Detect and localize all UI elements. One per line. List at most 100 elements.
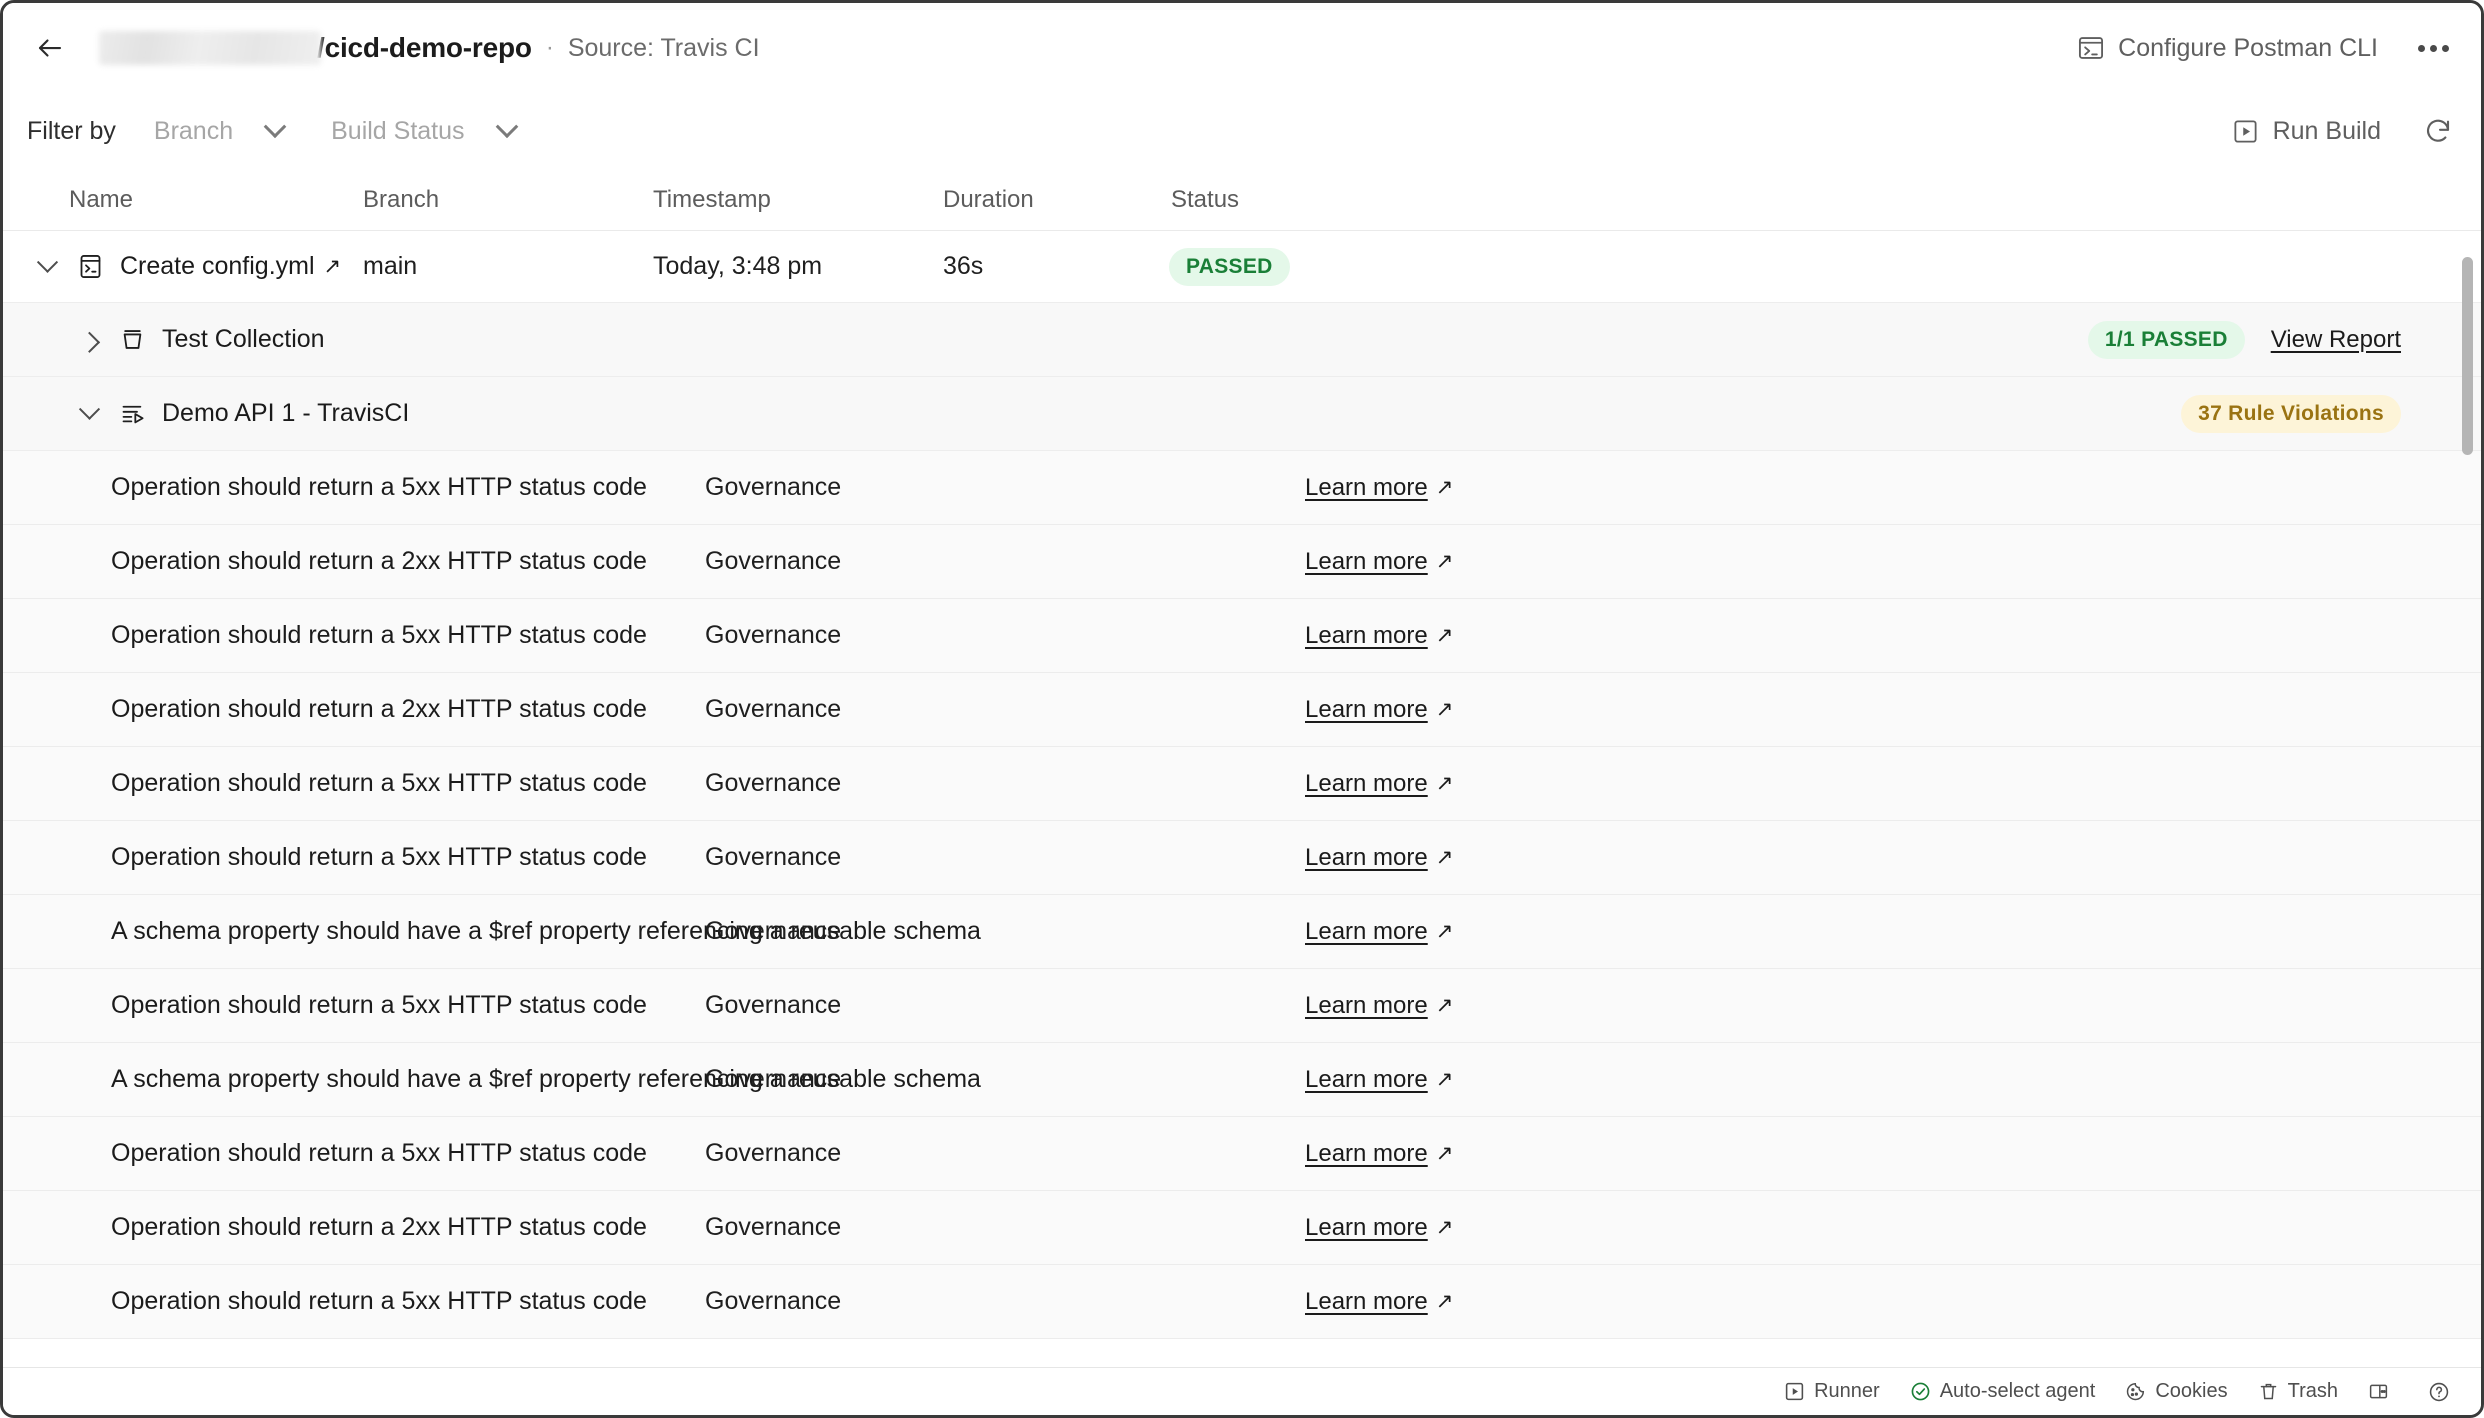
violation-row[interactable]: Operation should return a 5xx HTTP statu… xyxy=(3,747,2481,821)
violation-row[interactable]: Operation should return a 5xx HTTP statu… xyxy=(3,821,2481,895)
branch-filter-value: Branch xyxy=(153,116,234,145)
ellipsis-dot xyxy=(2430,44,2437,52)
external-link-icon: ↗ xyxy=(1435,1216,1454,1239)
external-link-icon: ↗ xyxy=(1435,994,1454,1017)
chevron-down-icon xyxy=(36,251,58,273)
violation-row[interactable]: Operation should return a 5xx HTTP statu… xyxy=(3,1117,2481,1191)
bottom-help-button[interactable] xyxy=(2428,1381,2459,1403)
ellipsis-dot xyxy=(2442,44,2449,52)
column-header-status: Status xyxy=(1171,185,1240,213)
page-header: /cicd-demo-repo · Source: Travis CI Conf… xyxy=(3,3,2481,93)
table-scrollbar[interactable] xyxy=(2459,169,2475,1379)
violation-row[interactable]: Operation should return a 5xx HTTP statu… xyxy=(3,599,2481,673)
violation-category: Governance xyxy=(705,621,842,649)
violation-learn-more-group: Learn more ↗ xyxy=(1305,770,1453,798)
violation-row[interactable]: A schema property should have a $ref pro… xyxy=(3,895,2481,969)
violation-row[interactable]: Operation should return a 5xx HTTP statu… xyxy=(3,1265,2481,1339)
violation-category: Governance xyxy=(705,769,842,797)
learn-more-link[interactable]: Learn more xyxy=(1305,622,1428,650)
more-options-button[interactable] xyxy=(2414,39,2453,58)
learn-more-link[interactable]: Learn more xyxy=(1305,1066,1428,1094)
chevron-right-icon xyxy=(78,331,100,353)
view-report-link[interactable]: View Report xyxy=(2271,326,2401,354)
violation-category: Governance xyxy=(705,1065,842,1093)
bottom-layout-toggle-button[interactable] xyxy=(2368,1381,2398,1402)
build-row[interactable]: Create config.yml ↗ main Today, 3:48 pm … xyxy=(3,231,2481,303)
violation-row[interactable]: Operation should return a 2xx HTTP statu… xyxy=(3,673,2481,747)
branch-filter-dropdown[interactable]: Branch xyxy=(153,115,287,146)
child-row-test-collection[interactable]: Test Collection 1/1 PASSED View Report xyxy=(3,303,2481,377)
learn-more-link[interactable]: Learn more xyxy=(1305,992,1428,1020)
violation-name: Operation should return a 2xx HTTP statu… xyxy=(111,547,647,575)
build-name-link[interactable]: Create config.yml ↗ xyxy=(120,252,341,281)
build-timestamp: Today, 3:48 pm xyxy=(653,252,823,280)
column-header-duration: Duration xyxy=(943,185,1034,213)
learn-more-link[interactable]: Learn more xyxy=(1305,844,1428,872)
repo-name: /cicd-demo-repo xyxy=(317,32,532,63)
build-duration: 36s xyxy=(943,252,984,280)
violation-row[interactable]: A schema property should have a $ref pro… xyxy=(3,1043,2481,1117)
violation-row[interactable]: Operation should return a 5xx HTTP statu… xyxy=(3,451,2481,525)
run-build-button[interactable]: Run Build xyxy=(2232,117,2381,146)
bottom-runner-label: Runner xyxy=(1814,1380,1880,1402)
play-square-icon xyxy=(1785,1382,1804,1401)
external-link-icon: ↗ xyxy=(1435,920,1454,943)
learn-more-link[interactable]: Learn more xyxy=(1305,474,1428,502)
test-collection-expand-toggle[interactable] xyxy=(69,320,109,360)
violation-name: A schema property should have a $ref pro… xyxy=(111,1065,981,1093)
violation-category: Governance xyxy=(705,1287,842,1315)
learn-more-link[interactable]: Learn more xyxy=(1305,1140,1428,1168)
learn-more-link[interactable]: Learn more xyxy=(1305,1288,1428,1316)
build-source-label: Source: Travis CI xyxy=(567,33,760,62)
check-circle-icon xyxy=(1911,1382,1930,1401)
play-square-icon xyxy=(2234,119,2257,143)
violation-row[interactable]: Operation should return a 2xx HTTP statu… xyxy=(3,525,2481,599)
refresh-icon xyxy=(2427,119,2450,142)
learn-more-link[interactable]: Learn more xyxy=(1305,918,1428,946)
bottom-runner-button[interactable]: Runner xyxy=(1784,1380,1880,1403)
external-link-icon: ↗ xyxy=(1435,1068,1454,1091)
build-branch: main xyxy=(363,252,418,280)
test-collection-name: Test Collection xyxy=(162,325,325,353)
bottom-auto-select-agent-button[interactable]: Auto-select agent xyxy=(1910,1380,2095,1403)
configure-postman-cli-button[interactable]: Configure Postman CLI xyxy=(2077,34,2378,63)
arrow-left-icon xyxy=(38,39,62,57)
external-link-icon: ↗ xyxy=(1435,476,1454,499)
chevron-down-icon xyxy=(495,115,518,139)
build-row-expand-toggle[interactable] xyxy=(27,247,67,287)
filter-bar: Filter by Branch Build Status Run Build xyxy=(3,93,2481,169)
external-link-icon: ↗ xyxy=(1435,846,1454,869)
back-button[interactable] xyxy=(27,25,73,71)
bottom-cookies-button[interactable]: Cookies xyxy=(2125,1380,2228,1403)
table-scrollbar-thumb[interactable] xyxy=(2462,257,2473,455)
chevron-down-icon xyxy=(263,115,287,139)
learn-more-link[interactable]: Learn more xyxy=(1305,770,1428,798)
violation-row[interactable]: Operation should return a 5xx HTTP statu… xyxy=(3,969,2481,1043)
demo-api-expand-toggle[interactable] xyxy=(69,394,109,434)
help-circle-icon xyxy=(2429,1382,2449,1401)
violation-learn-more-group: Learn more ↗ xyxy=(1305,844,1453,872)
violation-row[interactable]: Operation should return a 2xx HTTP statu… xyxy=(3,1191,2481,1265)
learn-more-link[interactable]: Learn more xyxy=(1305,548,1428,576)
bottom-trash-button[interactable]: Trash xyxy=(2258,1380,2338,1403)
test-collection-badge: 1/1 PASSED xyxy=(2087,320,2245,359)
build-terminal-icon xyxy=(77,253,104,280)
violation-name: A schema property should have a $ref pro… xyxy=(111,917,981,945)
terminal-icon xyxy=(2079,37,2104,59)
bottom-cookies-label: Cookies xyxy=(2155,1380,2228,1402)
chevron-down-icon xyxy=(78,398,100,420)
violation-name: Operation should return a 5xx HTTP statu… xyxy=(111,769,647,797)
external-link-icon: ↗ xyxy=(1435,698,1454,721)
violation-category: Governance xyxy=(705,1213,842,1241)
violation-learn-more-group: Learn more ↗ xyxy=(1305,622,1453,650)
learn-more-link[interactable]: Learn more xyxy=(1305,1214,1428,1242)
learn-more-link[interactable]: Learn more xyxy=(1305,696,1428,724)
postman-cicd-window: /cicd-demo-repo · Source: Travis CI Conf… xyxy=(0,0,2484,1418)
child-row-demo-api[interactable]: Demo API 1 - TravisCI 37 Rule Violations xyxy=(3,377,2481,451)
violation-learn-more-group: Learn more ↗ xyxy=(1305,918,1453,946)
violation-name: Operation should return a 5xx HTTP statu… xyxy=(111,621,647,649)
refresh-button[interactable] xyxy=(2423,116,2453,146)
rule-violations-badge: 37 Rule Violations xyxy=(2181,394,2401,433)
build-status-filter-dropdown[interactable]: Build Status xyxy=(331,115,518,146)
bottom-trash-label: Trash xyxy=(2287,1380,2338,1402)
